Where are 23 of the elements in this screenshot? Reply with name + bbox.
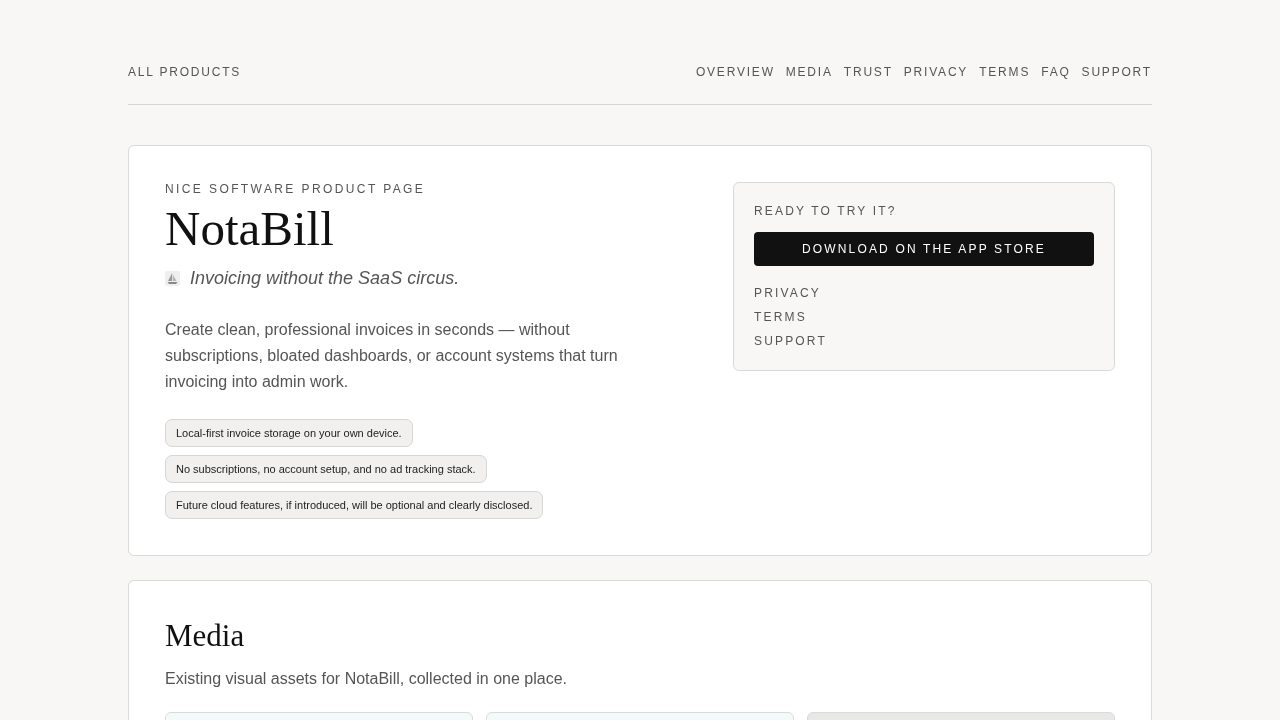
sailboat-icon <box>165 271 180 286</box>
panel-link[interactable]: SUPPORT <box>754 329 827 353</box>
nav-link[interactable]: MEDIA <box>785 64 833 80</box>
nav-link[interactable]: PRIVACY <box>903 64 969 80</box>
nav-link[interactable]: FAQ <box>1041 64 1071 80</box>
panel-link[interactable]: PRIVACY <box>754 281 821 305</box>
nav-link[interactable]: TRUST <box>843 64 893 80</box>
feature-tag: Local-first invoice storage on your own device. <box>165 419 413 447</box>
product-title: NotaBill <box>165 202 335 256</box>
product-description: Create clean, professional invoices in seconds — without subscriptions, bloated dashboards, or account systems that turn invoicing into admin work. <box>165 320 619 392</box>
section-title: Media <box>165 618 246 654</box>
app-store-button[interactable]: DOWNLOAD ON THE APP STORE <box>754 232 1094 266</box>
nav-link[interactable]: OVERVIEW <box>695 64 775 80</box>
nav-link[interactable]: TERMS <box>979 64 1031 80</box>
nav-link[interactable]: SUPPORT <box>1081 64 1152 80</box>
panel-link[interactable]: TERMS <box>754 305 807 329</box>
section-description: Existing visual assets for NotaBill, collected in one place. <box>165 669 568 689</box>
eyebrow-label: NICE SOFTWARE PRODUCT PAGE <box>165 182 427 196</box>
panel-heading: READY TO TRY IT? <box>754 203 898 219</box>
feature-tag: No subscriptions, no account setup, and no ad tracking stack. <box>165 455 487 483</box>
tagline: Invoicing without the SaaS circus. <box>190 267 460 290</box>
feature-tag: Future cloud features, if introduced, will be optional and clearly disclosed. <box>165 491 544 519</box>
all-products-link[interactable]: ALL PRODUCTS <box>128 64 242 80</box>
